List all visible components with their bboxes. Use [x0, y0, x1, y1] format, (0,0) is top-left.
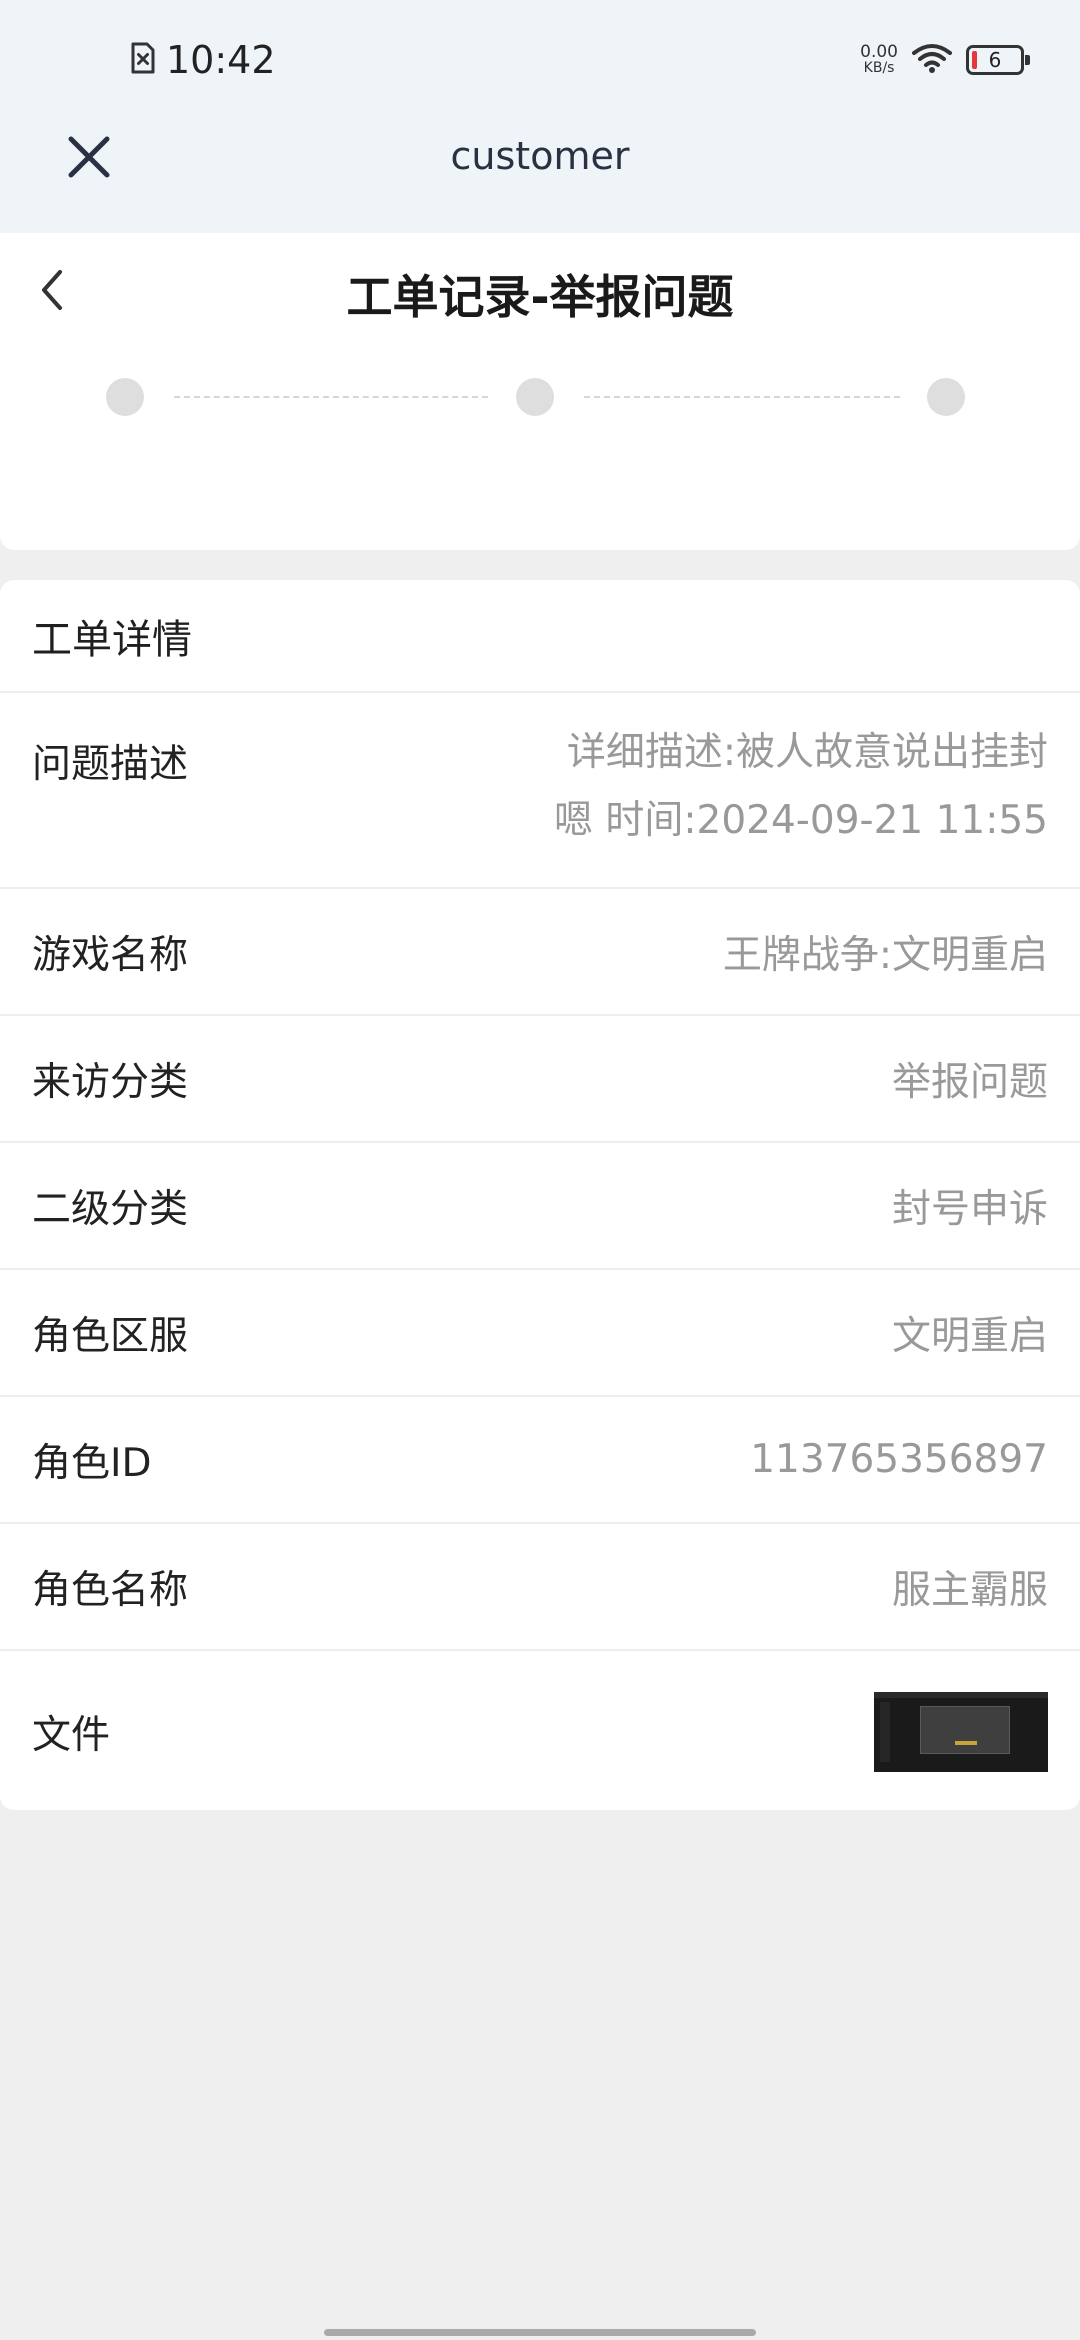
row-value: 王牌战争:文明重启 — [722, 932, 1048, 978]
file-thumbnail[interactable] — [874, 1692, 1048, 1772]
detail-row-subcategory: 二级分类 封号申诉 — [0, 1143, 1080, 1270]
top-area: 10:42 0.00 KB/s 6 customer — [0, 0, 1080, 233]
status-right: 0.00 KB/s 6 — [860, 38, 1030, 82]
detail-row-description: 问题描述 详细描述:被人故意说出挂封嗯 时间:2024-09-21 11:55 — [0, 693, 1080, 889]
step-dot-3 — [927, 378, 965, 416]
row-label: 角色名称 — [32, 1567, 189, 1613]
row-label: 角色区服 — [32, 1313, 189, 1359]
detail-row-server: 角色区服 文明重启 — [0, 1270, 1080, 1397]
detail-row-game-name: 游戏名称 王牌战争:文明重启 — [0, 889, 1080, 1016]
page-header: 工单记录-举报问题 — [0, 233, 1080, 348]
row-value: 举报问题 — [891, 1059, 1048, 1105]
network-speed-value: 0.00 — [860, 42, 898, 62]
row-label: 二级分类 — [32, 1186, 189, 1232]
card-title: 工单详情 — [0, 580, 1080, 693]
status-time: 10:42 — [166, 38, 276, 82]
step-connector-1 — [174, 396, 488, 398]
detail-row-file: 文件 — [0, 1651, 1080, 1813]
battery-level: 6 — [988, 48, 1002, 72]
progress-steps — [0, 348, 1080, 550]
home-indicator[interactable] — [324, 2329, 756, 2336]
battery-low-indicator — [972, 51, 977, 69]
status-bar: 10:42 0.00 KB/s 6 — [0, 0, 1080, 120]
row-label: 角色ID — [32, 1440, 152, 1486]
network-speed-unit: KB/s — [863, 60, 895, 76]
row-value: 服主霸服 — [891, 1567, 1048, 1613]
status-left: 10:42 — [130, 36, 276, 84]
detail-row-visit-category: 来访分类 举报问题 — [0, 1016, 1080, 1143]
row-label: 游戏名称 — [32, 932, 189, 978]
battery-tip — [1025, 55, 1030, 65]
thumbnail-topbar — [874, 1692, 1048, 1698]
row-label: 来访分类 — [32, 1059, 189, 1105]
app-header: customer — [0, 120, 1080, 233]
row-label: 问题描述 — [32, 742, 189, 787]
row-value: 文明重启 — [891, 1313, 1048, 1359]
step-connector-2 — [584, 396, 900, 398]
network-speed: 0.00 KB/s — [860, 42, 898, 77]
battery-icon: 6 — [966, 45, 1030, 75]
row-label: 文件 — [32, 1713, 111, 1758]
step-dot-2 — [516, 378, 554, 416]
row-value: 封号申诉 — [891, 1186, 1048, 1232]
detail-row-role-name: 角色名称 服主霸服 — [0, 1524, 1080, 1651]
thumbnail-dialog — [920, 1706, 1010, 1754]
app-title: customer — [450, 134, 630, 178]
thumbnail-sidebar — [880, 1702, 890, 1762]
row-value: 详细描述:被人故意说出挂封嗯 时间:2024-09-21 11:55 — [554, 730, 1048, 843]
detail-row-role-id: 角色ID 113765356897 — [0, 1397, 1080, 1524]
step-dot-1 — [106, 378, 144, 416]
ticket-detail-card: 工单详情 问题描述 详细描述:被人故意说出挂封嗯 时间:2024-09-21 1… — [0, 580, 1080, 1810]
page-title: 工单记录-举报问题 — [346, 270, 734, 324]
row-value: 113765356897 — [750, 1437, 1048, 1482]
sim-error-icon — [130, 41, 156, 79]
wifi-icon — [912, 42, 952, 78]
